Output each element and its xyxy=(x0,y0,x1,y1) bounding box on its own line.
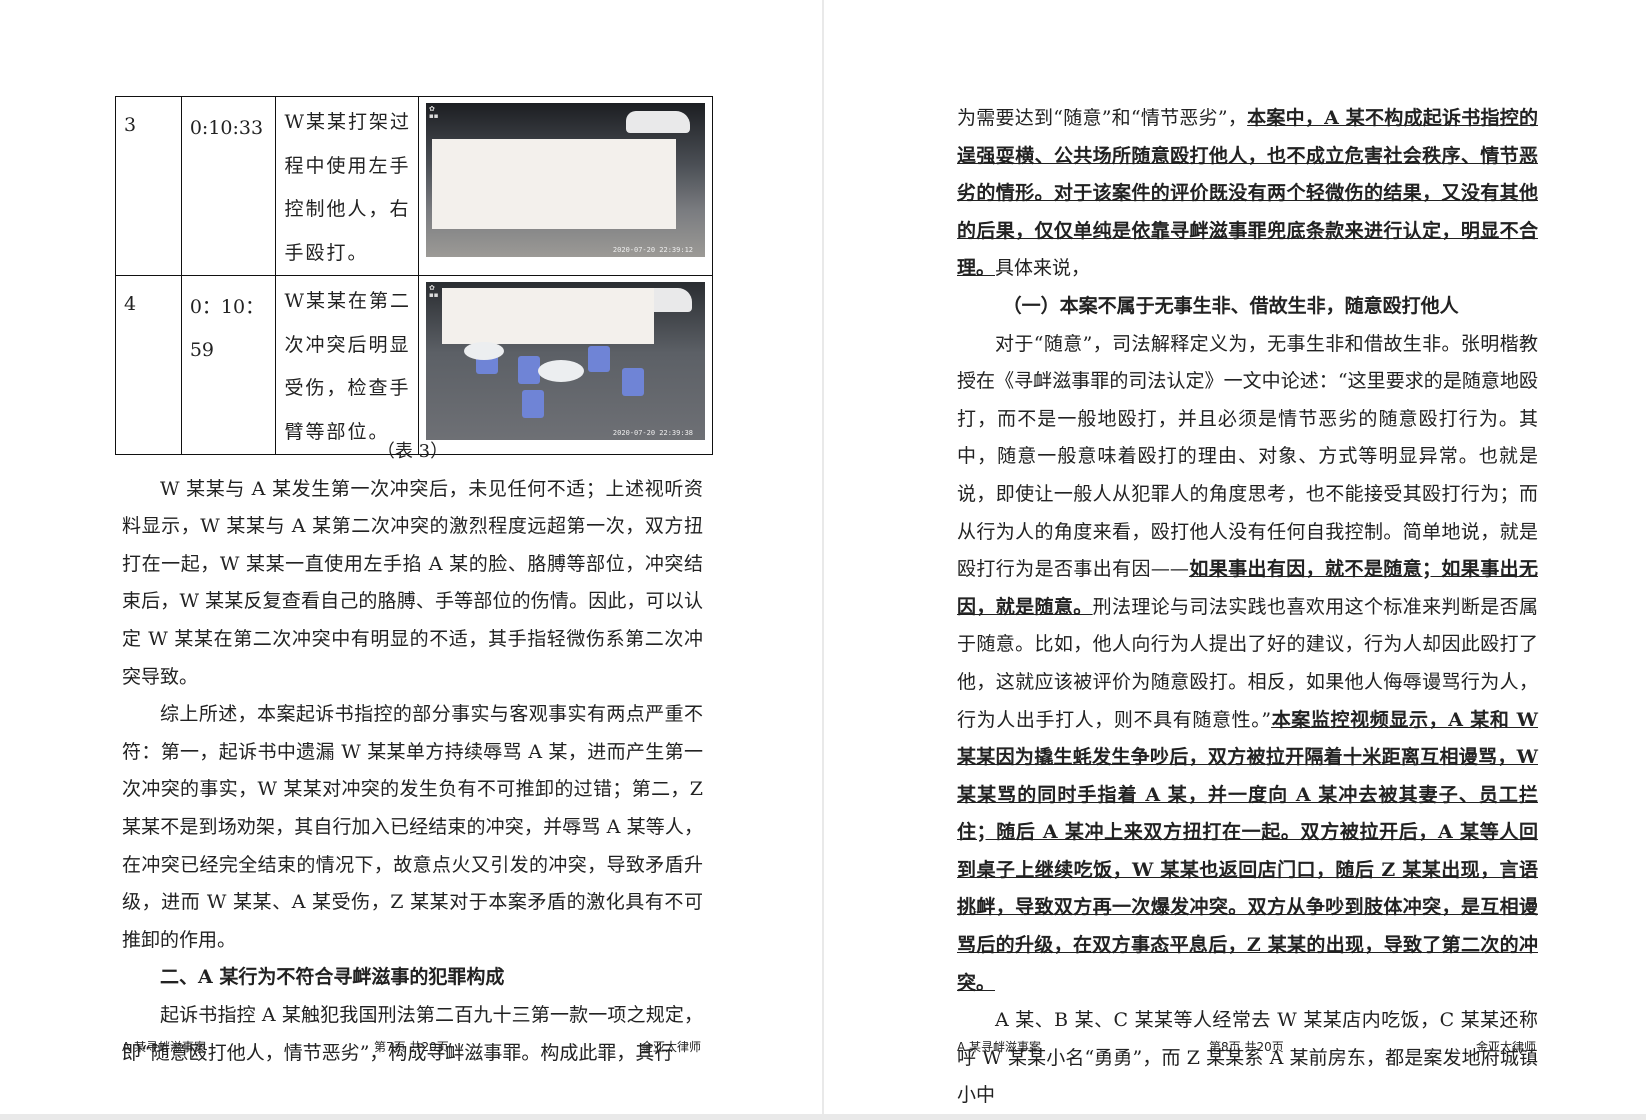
footer-author: 金亚太律师 xyxy=(1476,1040,1537,1054)
paragraph: 综上所述，本案起诉书指控的部分事实与客观事实有两点严重不符：第一，起诉书中遗漏 … xyxy=(122,703,703,951)
footer-page-number: 第8页 共20页 xyxy=(1209,1040,1284,1054)
text-run: 为需要达到“随意”和“情节恶劣”， xyxy=(957,107,1248,129)
screenshot-datetime: 2020-07-20 22:39:12 xyxy=(612,246,693,254)
camera-logo-icon: ✿ ▪▪ xyxy=(429,105,439,120)
section-heading: 二、A 某行为不符合寻衅滋事的犯罪构成 xyxy=(160,966,505,989)
footer-case-name: A 某寻衅滋事案 xyxy=(122,1040,207,1054)
video-timestamp: 0：10：59 xyxy=(180,275,276,455)
page-8-body: 为需要达到“随意”和“情节恶劣”，本案中，A 某不构成起诉书指控的逞强耍横、公共… xyxy=(957,100,1538,1114)
footer-page-number: 第7页 共20页 xyxy=(374,1040,449,1054)
text-run: 具体来说， xyxy=(995,257,1091,280)
page-7-body: （表 3） W 某某与 A 某发生第一次冲突后，未见任何不适；上述视听资料显示，… xyxy=(122,433,703,1072)
table-caption: （表 3） xyxy=(376,441,449,462)
row-number: 3 xyxy=(115,96,182,276)
emphasis-text: 本案中，A 某不构成起诉书指控的逞强耍横、公共场所随意殴打他人，也不成立危害社会… xyxy=(957,107,1538,280)
privacy-mask xyxy=(432,139,676,229)
table-shape xyxy=(464,342,504,360)
row-description: W某某在第二次冲突后明显受伤，检查手臂等部位。 xyxy=(274,275,420,455)
paragraph: A 某、B 某、C 某某等人经常去 W 某某店内吃饭，C 某某还称呼 W 某某小… xyxy=(957,1009,1538,1107)
table-row: 3 0:10:33 W某某打架过程中使用左手控制他人，右手殴打。 ✿ ▪▪ 202… xyxy=(115,96,713,276)
chair-shape xyxy=(622,368,644,396)
car-shape xyxy=(626,111,690,133)
paragraph: 为需要达到“随意”和“情节恶劣”，本案中，A 某不构成起诉书指控的逞强耍横、公共… xyxy=(957,100,1538,288)
emphasis-text: 本案监控视频显示，A 某和 W 某某因为撬生蚝发生争吵后，双方被拉开隔着十米距离… xyxy=(957,708,1539,994)
table-row: 4 0：10：59 W某某在第二次冲突后明显受伤，检查手臂等部位。 ✿ ▪▪ 20… xyxy=(115,275,713,455)
footer-case-name: A 某寻衅滋事案 xyxy=(957,1040,1042,1054)
footer-author: 金亚太律师 xyxy=(641,1040,702,1054)
paragraph: 起诉书指控 A 某触犯我国刑法第二百九十三第一款一项之规定，即“随意殴打他人，情… xyxy=(122,1003,703,1064)
privacy-mask xyxy=(442,288,654,344)
table-shape xyxy=(538,360,584,382)
page-7: 3 0:10:33 W某某打架过程中使用左手控制他人，右手殴打。 ✿ ▪▪ 202… xyxy=(0,0,822,1114)
paragraph: W 某某与 A 某发生第一次冲突后，未见任何不适；上述视听资料显示，W 某某与 … xyxy=(122,477,703,688)
evidence-table: 3 0:10:33 W某某打架过程中使用左手控制他人，右手殴打。 ✿ ▪▪ 202… xyxy=(115,96,713,455)
paragraph: 对于“随意”，司法解释定义为，无事生非和借故生非。张明楷教授在《寻衅滋事罪的司法… xyxy=(957,326,1538,1003)
surveillance-screenshot: ✿ ▪▪ 2020-07-20 22:39:38 xyxy=(426,282,705,440)
chair-shape xyxy=(588,346,610,372)
chair-shape xyxy=(518,356,540,384)
section-heading: （一）本案不属于无事生非、借故生非，随意殴打他人 xyxy=(1002,294,1459,317)
camera-logo-icon: ✿ ▪▪ xyxy=(429,284,439,299)
row-number: 4 xyxy=(115,275,182,455)
text-run: 对于“随意”，司法解释定义为，无事生非和借故生非。张明楷教授在《寻衅滋事罪的司法… xyxy=(957,332,1538,581)
video-timestamp: 0:10:33 xyxy=(180,96,276,276)
surveillance-screenshot: ✿ ▪▪ 2020-07-20 22:39:12 xyxy=(426,103,705,257)
chair-shape xyxy=(522,390,544,418)
page-8: 为需要达到“随意”和“情节恶劣”，本案中，A 某不构成起诉书指控的逞强耍横、公共… xyxy=(824,0,1646,1114)
row-description: W某某打架过程中使用左手控制他人，右手殴打。 xyxy=(274,96,420,276)
